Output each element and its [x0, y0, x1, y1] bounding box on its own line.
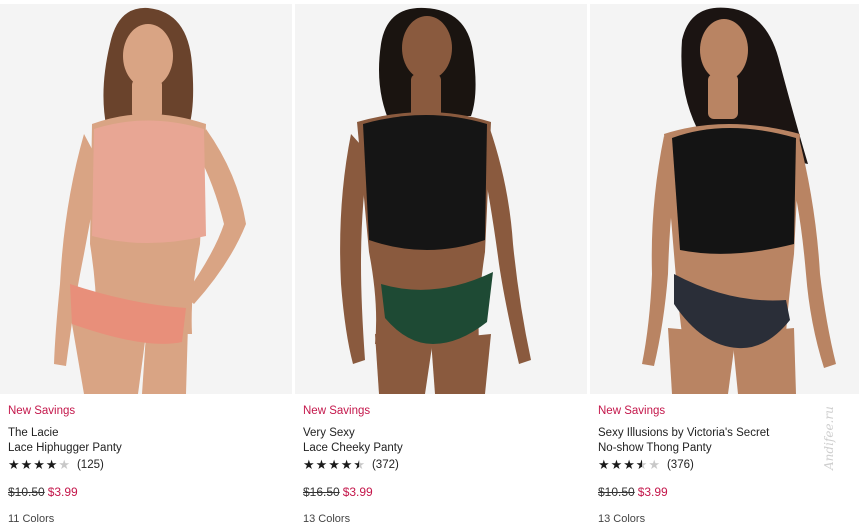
star-icon: ★ [648, 456, 661, 472]
head [123, 24, 173, 88]
star-icon: ★ [610, 456, 623, 472]
original-price: $16.50 [303, 485, 340, 499]
product-rating[interactable]: ★ ★ ★ ★ ★ (125) [8, 457, 288, 472]
color-count[interactable]: 13 Colors [598, 512, 859, 526]
original-price: $10.50 [598, 485, 635, 499]
star-icon: ★ [636, 457, 649, 472]
model-figure [340, 7, 531, 394]
review-count[interactable]: (372) [372, 459, 399, 471]
star-icon: ★ [303, 456, 315, 472]
star-icon: ★ [328, 456, 340, 472]
star-icon: ★ [598, 456, 610, 472]
product-card[interactable]: New Savings Sexy Illusions by Victoria's… [590, 0, 859, 530]
product-rating[interactable]: ★★★★★ (372) [303, 457, 583, 472]
product-rating[interactable]: ★★★★★ (376) [598, 457, 859, 472]
top-garment [672, 128, 796, 254]
promo-badge: New Savings [8, 405, 76, 417]
product-name[interactable]: Lace Cheeky Panty [303, 441, 583, 456]
model-figure [54, 7, 246, 394]
color-count[interactable]: 11 Colors [8, 512, 288, 526]
left-arm [340, 134, 369, 364]
star-icon: ★ [353, 457, 366, 472]
product-card[interactable]: New Savings The Lacie Lace Hiphugger Pan… [0, 0, 292, 530]
head [700, 19, 748, 81]
star-icon: ★ [8, 456, 20, 472]
price-row: $10.50 $3.99 [8, 484, 288, 500]
product-brand[interactable]: Sexy Illusions by Victoria's Secret [598, 426, 859, 441]
product-brand[interactable]: The Lacie [8, 426, 288, 441]
product-info: New Savings The Lacie Lace Hiphugger Pan… [8, 404, 288, 526]
product-image[interactable] [295, 4, 587, 394]
sale-price: $3.99 [47, 485, 78, 499]
review-count[interactable]: (376) [667, 459, 694, 471]
model-figure [642, 7, 836, 394]
color-count[interactable]: 13 Colors [303, 512, 583, 526]
top-garment [363, 115, 487, 250]
star-icon: ★ [315, 456, 328, 472]
product-card[interactable]: New Savings Very Sexy Lace Cheeky Panty … [295, 0, 587, 530]
product-info: New Savings Very Sexy Lace Cheeky Panty … [303, 404, 583, 526]
star-icon: ★ [58, 456, 71, 472]
star-icon: ★ [45, 456, 58, 472]
rating-stars: ★ ★ ★ ★ ★ [8, 456, 71, 472]
right-arm [481, 126, 531, 364]
star-icon: ★ [623, 456, 635, 472]
star-icon: ★ [33, 456, 45, 472]
sale-price: $3.99 [637, 485, 668, 499]
top-garment [92, 120, 206, 243]
price-row: $16.50 $3.99 [303, 484, 583, 500]
price-row: $10.50 $3.99 [598, 484, 859, 500]
product-grid: New Savings The Lacie Lace Hiphugger Pan… [0, 0, 859, 530]
review-count[interactable]: (125) [77, 459, 104, 471]
promo-badge: New Savings [303, 405, 371, 417]
promo-badge: New Savings [598, 405, 666, 417]
product-name[interactable]: Lace Hiphugger Panty [8, 441, 288, 456]
product-image[interactable] [0, 4, 292, 394]
star-icon: ★ [340, 456, 353, 472]
sale-price: $3.99 [342, 485, 373, 499]
watermark: Andifee.ru [822, 406, 836, 470]
rating-stars: ★ ★ ★ ★ ★ [598, 456, 661, 472]
product-image[interactable] [590, 4, 859, 394]
star-icon: ★ [20, 456, 33, 472]
product-info: New Savings Sexy Illusions by Victoria's… [598, 404, 859, 526]
product-name[interactable]: No-show Thong Panty [598, 441, 859, 456]
head [402, 16, 452, 80]
rating-stars: ★ ★ ★ ★ ★ [303, 456, 366, 472]
original-price: $10.50 [8, 485, 45, 499]
product-brand[interactable]: Very Sexy [303, 426, 583, 441]
